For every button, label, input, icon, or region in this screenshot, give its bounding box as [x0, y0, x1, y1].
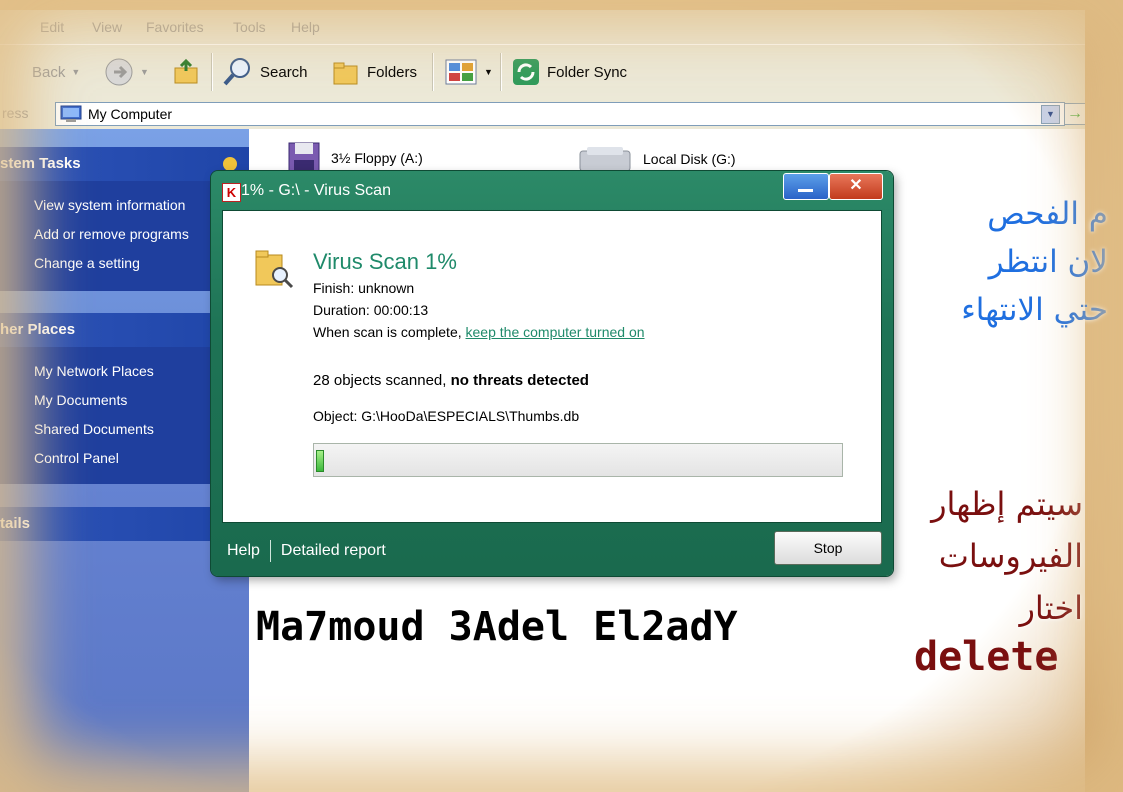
arabic-line: سيتم إظهار	[931, 485, 1083, 523]
toolbar-separator	[432, 53, 433, 91]
toolbar-separator	[500, 53, 501, 91]
kaspersky-logo-icon: K	[222, 183, 241, 202]
place-my-documents[interactable]: My Documents	[34, 392, 127, 408]
task-view-system-info[interactable]: View system information	[34, 197, 185, 213]
folder-sync-label: Folder Sync	[547, 63, 628, 81]
address-bar: ress My Computer ▼ → Go	[0, 99, 1085, 129]
finish-text: Finish: unknown	[313, 280, 415, 296]
folders-icon	[333, 62, 358, 85]
collapse-chevron-icon[interactable]	[223, 157, 237, 171]
menu-edit[interactable]: Edit	[40, 19, 64, 35]
menu-view[interactable]: View	[92, 19, 122, 35]
go-arrow-icon[interactable]: →	[1064, 103, 1085, 125]
chevron-down-icon: ▼	[140, 67, 149, 77]
dialog-title: 1% - G:\ - Virus Scan	[241, 182, 391, 199]
back-button[interactable]: Back ▼	[0, 45, 80, 99]
search-label: Search	[260, 63, 308, 81]
delete-word: delete	[914, 634, 1059, 680]
folder-sync-button[interactable]: Folder Sync	[511, 45, 627, 99]
floppy-icon	[288, 142, 320, 174]
search-button[interactable]: Search	[222, 45, 308, 99]
toolbar: Back ▼ ▼ Search Folders ▼ Folder Sync	[0, 44, 1085, 100]
objects-prefix: 28 objects scanned,	[313, 372, 451, 389]
folder-sync-icon	[513, 59, 539, 85]
arabic-instruction-red: سيتم إظهار الفيروسات اختار	[873, 478, 1083, 634]
address-value: My Computer	[88, 106, 173, 122]
scan-progress-fill	[316, 450, 324, 472]
place-my-network[interactable]: My Network Places	[34, 363, 154, 379]
forward-button[interactable]: ▼	[104, 45, 149, 99]
drive-floppy[interactable]: 3½ Floppy (A:)	[287, 141, 423, 175]
complete-prefix: When scan is complete,	[313, 324, 466, 340]
dialog-footer: Help Detailed report	[227, 540, 386, 562]
task-change-setting[interactable]: Change a setting	[34, 255, 140, 271]
scan-progress-bar	[313, 443, 843, 477]
author-signature: Ma7moud 3Adel El2adY	[256, 604, 738, 650]
no-threats-text: no threats detected	[450, 372, 589, 389]
arabic-instruction-blue: م الفحص لان انتظر حتي الانتهاء	[908, 190, 1108, 334]
address-field[interactable]: My Computer ▼	[55, 102, 1065, 126]
dialog-body: Virus Scan 1% Finish: unknown Duration: …	[222, 210, 882, 523]
keep-computer-on-link[interactable]: keep the computer turned on	[466, 324, 645, 340]
footer-divider	[269, 540, 271, 562]
toolbar-separator	[211, 53, 212, 91]
detailed-report-link[interactable]: Detailed report	[281, 542, 386, 560]
drive-local-g-label: Local Disk (G:)	[643, 151, 736, 167]
virus-scan-dialog: K 1% - G:\ - Virus Scan ✕ Virus Scan 1% …	[211, 171, 893, 576]
help-link[interactable]: Help	[227, 542, 260, 560]
menu-favorites[interactable]: Favorites	[146, 19, 204, 35]
search-icon	[223, 58, 250, 86]
views-button[interactable]: ▼	[444, 45, 493, 99]
objects-scanned-text: 28 objects scanned, no threats detected	[313, 372, 589, 389]
scan-folder-icon	[255, 250, 294, 289]
stop-button[interactable]: Stop	[774, 531, 882, 565]
close-button[interactable]: ✕	[829, 173, 883, 200]
details-title: tails	[0, 515, 31, 532]
drive-floppy-label: 3½ Floppy (A:)	[331, 150, 423, 166]
views-icon	[445, 59, 477, 85]
menu-bar: Edit View Favorites Tools Help	[0, 10, 1085, 44]
back-label: Back	[32, 63, 66, 81]
task-add-remove-programs[interactable]: Add or remove programs	[34, 226, 189, 242]
chevron-down-icon: ▼	[484, 67, 493, 77]
close-icon: ✕	[849, 177, 863, 194]
chevron-down-icon: ▼	[71, 67, 81, 77]
place-shared-documents[interactable]: Shared Documents	[34, 421, 154, 437]
menu-help[interactable]: Help	[291, 19, 320, 35]
up-folder-button[interactable]	[172, 45, 202, 99]
other-places-title: her Places	[0, 321, 76, 338]
arabic-line: لان انتظر	[988, 244, 1108, 280]
forward-arrow-icon	[105, 58, 133, 86]
up-folder-icon	[174, 58, 198, 84]
address-label: ress	[2, 105, 29, 121]
menu-tools[interactable]: Tools	[233, 19, 266, 35]
arabic-line: حتي الانتهاء	[961, 292, 1108, 328]
address-dropdown-icon[interactable]: ▼	[1041, 105, 1060, 124]
place-control-panel[interactable]: Control Panel	[34, 450, 119, 466]
folders-label: Folders	[367, 63, 418, 81]
arabic-line: م الفحص	[987, 196, 1108, 232]
scan-heading: Virus Scan 1%	[313, 249, 457, 274]
duration-text: Duration: 00:00:13	[313, 302, 429, 318]
object-path-text: Object: G:\HooDa\ESPECIALS\Thumbs.db	[313, 408, 580, 424]
arabic-line: اختار	[1019, 589, 1083, 627]
minimize-button[interactable]	[783, 173, 829, 200]
folders-button[interactable]: Folders	[331, 45, 417, 99]
complete-text: When scan is complete, keep the computer…	[313, 324, 645, 340]
arabic-line: الفيروسات	[938, 537, 1083, 575]
system-tasks-title: stem Tasks	[0, 155, 81, 172]
my-computer-icon	[60, 105, 82, 122]
